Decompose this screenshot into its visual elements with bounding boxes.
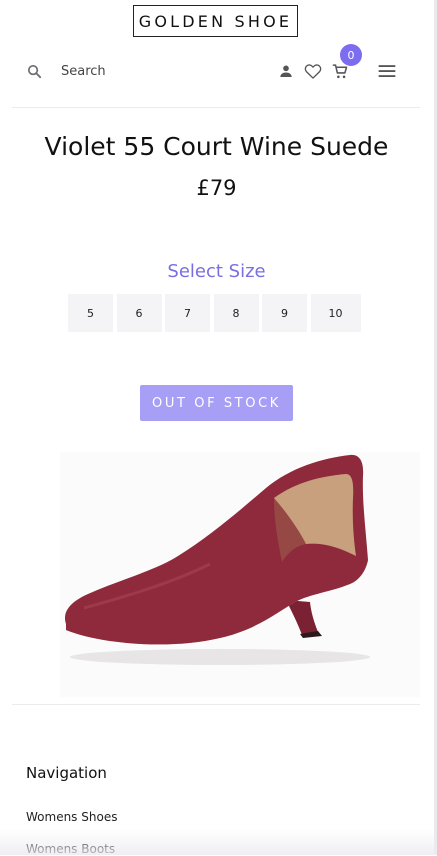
size-option[interactable]: 8 — [213, 294, 259, 332]
footer-link-womens-shoes[interactable]: Womens Shoes — [26, 810, 117, 824]
account-icon[interactable] — [277, 62, 295, 80]
footer-navigation-title: Navigation — [26, 764, 107, 782]
brand-logo[interactable]: GOLDEN SHOE — [133, 5, 298, 37]
size-selector: 5 6 7 8 9 10 — [68, 294, 364, 332]
footer-link-womens-boots[interactable]: Womens Boots — [26, 842, 115, 856]
size-heading: Select Size — [167, 261, 266, 282]
out-of-stock-button[interactable]: OUT OF STOCK — [140, 385, 293, 421]
size-option[interactable]: 5 — [68, 294, 113, 332]
menu-icon[interactable] — [376, 61, 398, 81]
product-title: Violet 55 Court Wine Suede — [44, 132, 389, 161]
search-label: Search — [61, 63, 106, 79]
size-option[interactable]: 9 — [262, 294, 307, 332]
footer-divider — [12, 704, 420, 705]
cart-count-badge: 0 — [340, 44, 362, 66]
wishlist-heart-icon[interactable] — [302, 60, 324, 82]
size-option[interactable]: 6 — [116, 294, 162, 332]
size-option[interactable]: 10 — [310, 294, 361, 332]
search-trigger[interactable]: Search — [26, 60, 106, 82]
header-divider — [12, 107, 420, 108]
size-option[interactable]: 7 — [165, 294, 210, 332]
product-image — [60, 452, 420, 697]
product-price: £79 — [196, 176, 237, 200]
search-icon — [27, 64, 42, 78]
